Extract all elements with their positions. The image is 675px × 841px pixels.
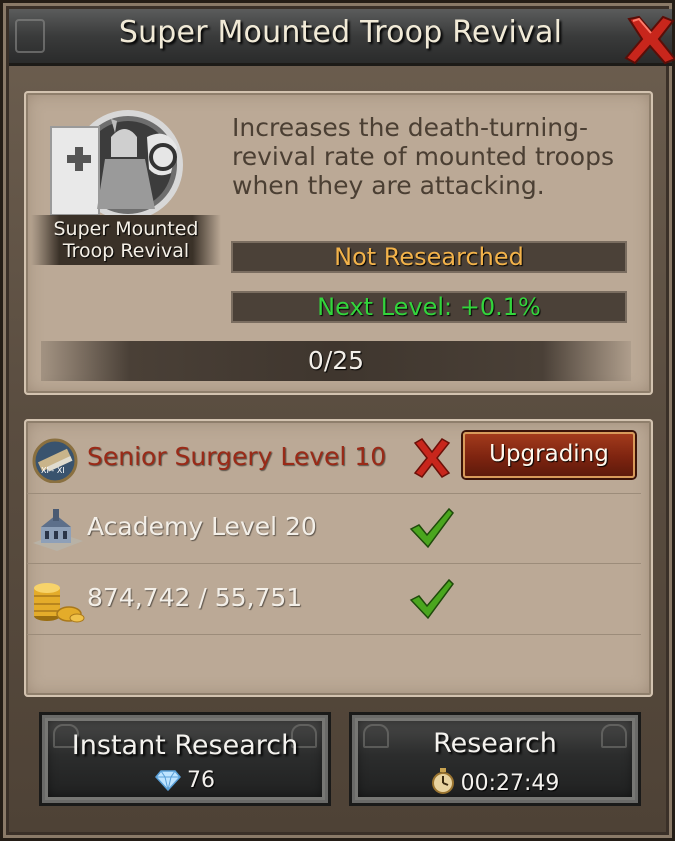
close-x-icon [624,15,675,65]
research-time: 00:27:49 [355,768,635,796]
surgery-tools-icon: XI - XI [31,437,85,484]
requirement-row-senior-surgery: XI - XI Senior Surgery Level 10 Upgradin… [27,423,641,494]
svg-text:XI - XI: XI - XI [41,466,65,475]
skill-name-label: Super Mounted Troop Revival [31,215,221,265]
research-label: Research [433,728,557,759]
requirement-label: 874,742 / 55,751 [87,583,303,612]
skill-name-line1: Super Mounted [53,218,199,240]
academy-building-icon [31,507,85,553]
diamond-icon [155,770,181,792]
dialog-title: Super Mounted Troop Revival [118,15,563,50]
research-status: Not Researched [231,241,627,273]
title-bar: Super Mounted Troop Revival [9,9,675,67]
stopwatch-icon [431,768,454,794]
next-level-bonus: Next Level: +0.1% [231,291,627,323]
close-button[interactable] [621,13,675,67]
upgrading-button[interactable]: Upgrading [463,432,635,478]
requirement-row-gold: 874,742 / 55,751 [27,564,641,635]
research-dialog: Super Mounted Troop Revival Super Mounte… [0,0,675,841]
skill-portrait [43,107,193,227]
requirement-label: Senior Surgery Level 10 [87,442,387,471]
skill-name-line2: Troop Revival [62,240,190,262]
mounted-knight-portrait-icon [50,110,183,220]
requirement-met-check-icon [409,576,455,622]
skill-description: Increases the death-turning-revival rate… [232,113,614,200]
requirement-met-check-icon [409,505,455,551]
requirement-row-academy: Academy Level 20 [27,493,641,564]
gold-coins-icon [31,578,85,624]
instant-research-cost-value: 76 [187,768,215,793]
level-progress-bar: 0/25 [41,341,631,381]
level-progress-text: 0/25 [307,346,365,375]
requirement-label: Academy Level 20 [87,512,317,541]
research-button[interactable]: Research 00:27:49 [352,715,638,803]
instant-research-cost: 76 [45,768,325,793]
requirement-unmet-cross-icon [409,435,455,481]
instant-research-label: Instant Research [71,730,299,761]
instant-research-button[interactable]: Instant Research 76 [42,715,328,803]
research-time-value: 00:27:49 [460,771,560,796]
